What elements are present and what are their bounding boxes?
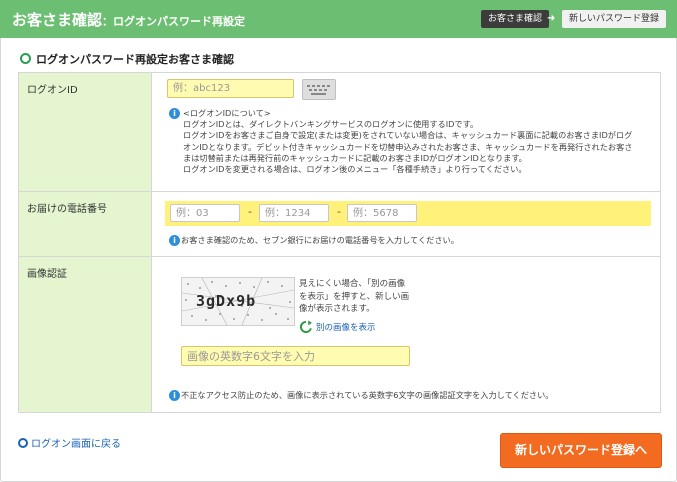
note-line: まは切替前または再発行前のキャッシュカードに記載のお客さまIDがログオンIDとな… bbox=[183, 152, 527, 163]
captcha-input[interactable]: 画像の英数字6文字を入力 bbox=[181, 346, 410, 366]
page-title: お客さま確認：ログオンパスワード再設定 bbox=[12, 9, 245, 30]
circle-bullet-icon bbox=[18, 438, 28, 448]
note-line: オンIDとなります。デビット付きキャッシュカードを切替申込みされたお客さま、キャ… bbox=[183, 141, 633, 152]
section-heading-text: ログオンパスワード再設定お客さま確認 bbox=[36, 53, 234, 66]
row-divider bbox=[19, 191, 660, 192]
page-title-main: お客さま確認 bbox=[12, 11, 103, 29]
back-to-logon-label: ログオン画面に戻る bbox=[31, 439, 121, 450]
captcha-help-line: 像が表示されます。 bbox=[299, 304, 375, 314]
refresh-captcha-link[interactable]: 別の画像を表示 bbox=[299, 320, 376, 334]
captcha-help-line: 見えにくい場合、「別の画像 bbox=[299, 279, 406, 289]
submit-button[interactable]: 新しいパスワード登録へ bbox=[500, 433, 662, 468]
refresh-icon bbox=[300, 320, 312, 334]
logon-id-note: <ログオンIDについて> ログオンIDとは、ダイレクトバンキングサービスのログオ… bbox=[183, 108, 632, 175]
phone-exchange-input[interactable]: 例：1234 bbox=[259, 204, 329, 222]
row-divider bbox=[19, 256, 660, 257]
step-next: 新しいパスワード登録 bbox=[562, 10, 667, 28]
logon-id-label: ログオンID bbox=[27, 85, 78, 96]
phone-area-code-input[interactable]: 例：03 bbox=[170, 204, 240, 222]
captcha-image: 3gDx9b bbox=[181, 277, 295, 326]
circle-bullet-icon bbox=[20, 53, 31, 64]
label-column bbox=[19, 73, 152, 412]
captcha-note: 不正なアクセス防止のため、画像に表示されている英数字6文字の画像認証文字を入力し… bbox=[181, 390, 554, 400]
note-line: <ログオンIDについて> bbox=[183, 108, 271, 118]
info-icon: i bbox=[169, 108, 180, 119]
info-icon: i bbox=[169, 235, 180, 246]
note-line: ログオンIDとは、ダイレクトバンキングサービスのログオンに使用するIDです。 bbox=[183, 119, 479, 130]
captcha-help: 見えにくい場合、「別の画像 を表示」を押すと、新しい画 像が表示されます。 bbox=[299, 278, 409, 316]
phone-number-input[interactable]: 例：5678 bbox=[347, 204, 417, 222]
note-line: ログオンIDをお客さまご自身で設定(または変更)をされていない場合は、キャッシュ… bbox=[183, 130, 633, 141]
phone-separator: - bbox=[248, 205, 252, 218]
refresh-captcha-label: 別の画像を表示 bbox=[316, 323, 376, 333]
page-subtitle: ：ログオンパスワード再設定 bbox=[102, 15, 246, 28]
logon-id-input[interactable]: 例：abc123 bbox=[167, 79, 294, 98]
software-keyboard-icon[interactable] bbox=[302, 79, 336, 100]
info-icon: i bbox=[169, 390, 180, 401]
note-line: ログオンIDを変更される場合は、ログオン後のメニュー「各種手続き」より行ってくだ… bbox=[183, 164, 527, 175]
captcha-help-line: を表示」を押すと、新しい画 bbox=[299, 291, 410, 302]
phone-note: お客さま確認のため、セブン銀行にお届けの電話番号を入力してください。 bbox=[181, 235, 459, 245]
section-heading: ログオンパスワード再設定お客さま確認 bbox=[20, 51, 234, 67]
captcha-label: 画像認証 bbox=[27, 269, 67, 280]
phone-separator: - bbox=[337, 205, 341, 218]
captcha-text: 3gDx9b bbox=[196, 292, 257, 310]
phone-label: お届けの電話番号 bbox=[27, 204, 107, 215]
back-to-logon-link[interactable]: ログオン画面に戻る bbox=[18, 435, 121, 450]
step-arrow-icon: ➜ bbox=[547, 13, 556, 24]
step-current: お客さま確認 bbox=[481, 10, 550, 28]
page-header: お客さま確認：ログオンパスワード再設定 お客さま確認 ➜ 新しいパスワード登録 bbox=[0, 0, 677, 38]
